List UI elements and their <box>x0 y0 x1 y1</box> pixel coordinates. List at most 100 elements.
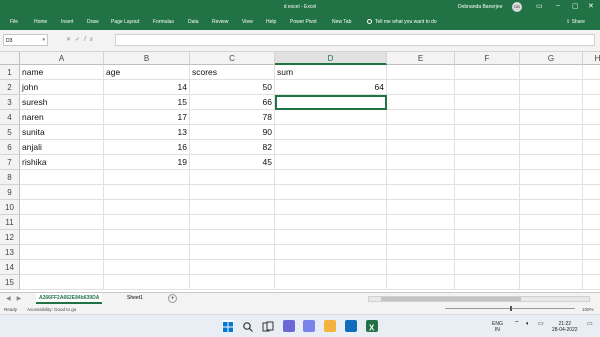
cell-a14[interactable] <box>20 260 104 275</box>
cell-e5[interactable] <box>387 125 455 140</box>
cell-f4[interactable] <box>455 110 520 125</box>
row-header-10[interactable]: 10 <box>0 200 20 215</box>
cell-f7[interactable] <box>455 155 520 170</box>
cell-f8[interactable] <box>455 170 520 185</box>
cell-h2[interactable] <box>583 80 600 95</box>
user-name[interactable]: Debnanda Banerjee <box>458 4 502 10</box>
tab-review[interactable]: Review <box>212 19 228 25</box>
cell-e4[interactable] <box>387 110 455 125</box>
tab-formulas[interactable]: Formulas <box>153 19 174 25</box>
cell-g10[interactable] <box>520 200 583 215</box>
notifications-icon[interactable]: ▭ <box>587 321 593 327</box>
add-sheet-button[interactable]: + <box>168 294 177 303</box>
cell-f14[interactable] <box>455 260 520 275</box>
tab-draw[interactable]: Draw <box>87 19 99 25</box>
cell-g11[interactable] <box>520 215 583 230</box>
teams-chat-icon[interactable] <box>303 320 315 332</box>
cell-h13[interactable] <box>583 245 600 260</box>
task-view-icon[interactable] <box>262 320 274 332</box>
cell-h10[interactable] <box>583 200 600 215</box>
tab-page-layout[interactable]: Page Layout <box>111 19 139 25</box>
cell-e11[interactable] <box>387 215 455 230</box>
cell-g13[interactable] <box>520 245 583 260</box>
cell-h11[interactable] <box>583 215 600 230</box>
cell-f3[interactable] <box>455 95 520 110</box>
cell-c15[interactable] <box>190 275 275 290</box>
cell-g1[interactable] <box>520 65 583 80</box>
cell-b4[interactable]: 17 <box>104 110 190 125</box>
cell-d7[interactable] <box>275 155 387 170</box>
cell-a15[interactable] <box>20 275 104 290</box>
fx-icon[interactable]: fx <box>84 37 97 43</box>
cell-e2[interactable] <box>387 80 455 95</box>
cell-h5[interactable] <box>583 125 600 140</box>
cell-e8[interactable] <box>387 170 455 185</box>
cell-h4[interactable] <box>583 110 600 125</box>
cell-g5[interactable] <box>520 125 583 140</box>
cell-h12[interactable] <box>583 230 600 245</box>
row-header-8[interactable]: 8 <box>0 170 20 185</box>
cell-g15[interactable] <box>520 275 583 290</box>
cell-c9[interactable] <box>190 185 275 200</box>
cell-f10[interactable] <box>455 200 520 215</box>
select-all-corner[interactable] <box>0 52 20 65</box>
formula-input[interactable] <box>115 34 595 46</box>
cell-d9[interactable] <box>275 185 387 200</box>
column-header-d[interactable]: D <box>275 52 387 65</box>
edge-icon[interactable] <box>345 320 357 332</box>
cell-b1[interactable]: age <box>104 65 190 80</box>
cell-b13[interactable] <box>104 245 190 260</box>
cell-e13[interactable] <box>387 245 455 260</box>
zoom-percent[interactable]: 100% <box>582 307 594 312</box>
file-explorer-icon[interactable] <box>324 320 336 332</box>
cell-h3[interactable] <box>583 95 600 110</box>
cell-d5[interactable] <box>275 125 387 140</box>
cell-f6[interactable] <box>455 140 520 155</box>
tab-data[interactable]: Data <box>188 19 199 25</box>
row-header-2[interactable]: 2 <box>0 80 20 95</box>
tab-new-tab[interactable]: New Tab <box>332 19 351 25</box>
row-header-6[interactable]: 6 <box>0 140 20 155</box>
cell-h8[interactable] <box>583 170 600 185</box>
tab-help[interactable]: Help <box>266 19 276 25</box>
cell-b11[interactable] <box>104 215 190 230</box>
cell-a1[interactable]: name <box>20 65 104 80</box>
row-header-15[interactable]: 15 <box>0 275 20 290</box>
cell-c2[interactable]: 50 <box>190 80 275 95</box>
cell-e14[interactable] <box>387 260 455 275</box>
row-header-7[interactable]: 7 <box>0 155 20 170</box>
row-header-5[interactable]: 5 <box>0 125 20 140</box>
cell-f15[interactable] <box>455 275 520 290</box>
name-box[interactable]: D3 ▾ <box>3 34 48 46</box>
cell-g2[interactable] <box>520 80 583 95</box>
cell-a9[interactable] <box>20 185 104 200</box>
cell-d14[interactable] <box>275 260 387 275</box>
cell-e10[interactable] <box>387 200 455 215</box>
cell-c8[interactable] <box>190 170 275 185</box>
tab-file[interactable]: File <box>10 19 18 25</box>
cell-c11[interactable] <box>190 215 275 230</box>
cell-h6[interactable] <box>583 140 600 155</box>
cell-g3[interactable] <box>520 95 583 110</box>
sheet-tab-active[interactable]: A266FF2A662E84b639DA <box>36 293 103 304</box>
horizontal-scrollbar[interactable] <box>368 296 590 302</box>
cell-c1[interactable]: scores <box>190 65 275 80</box>
cell-e12[interactable] <box>387 230 455 245</box>
cell-g9[interactable] <box>520 185 583 200</box>
cell-g7[interactable] <box>520 155 583 170</box>
battery-icon[interactable]: ▭ <box>538 321 544 327</box>
cell-a10[interactable] <box>20 200 104 215</box>
sheet-nav-arrows[interactable]: ◀▶ <box>6 295 27 302</box>
cell-f9[interactable] <box>455 185 520 200</box>
cell-b14[interactable] <box>104 260 190 275</box>
cell-a3[interactable]: suresh <box>20 95 104 110</box>
cell-b7[interactable]: 19 <box>104 155 190 170</box>
cell-f1[interactable] <box>455 65 520 80</box>
active-cell[interactable] <box>275 95 387 110</box>
column-header-a[interactable]: A <box>20 52 104 65</box>
row-header-13[interactable]: 13 <box>0 245 20 260</box>
windows-start-icon[interactable] <box>222 320 234 332</box>
cell-c5[interactable]: 90 <box>190 125 275 140</box>
cell-a5[interactable]: sunita <box>20 125 104 140</box>
volume-icon[interactable]: 🔈︎ <box>526 321 530 327</box>
